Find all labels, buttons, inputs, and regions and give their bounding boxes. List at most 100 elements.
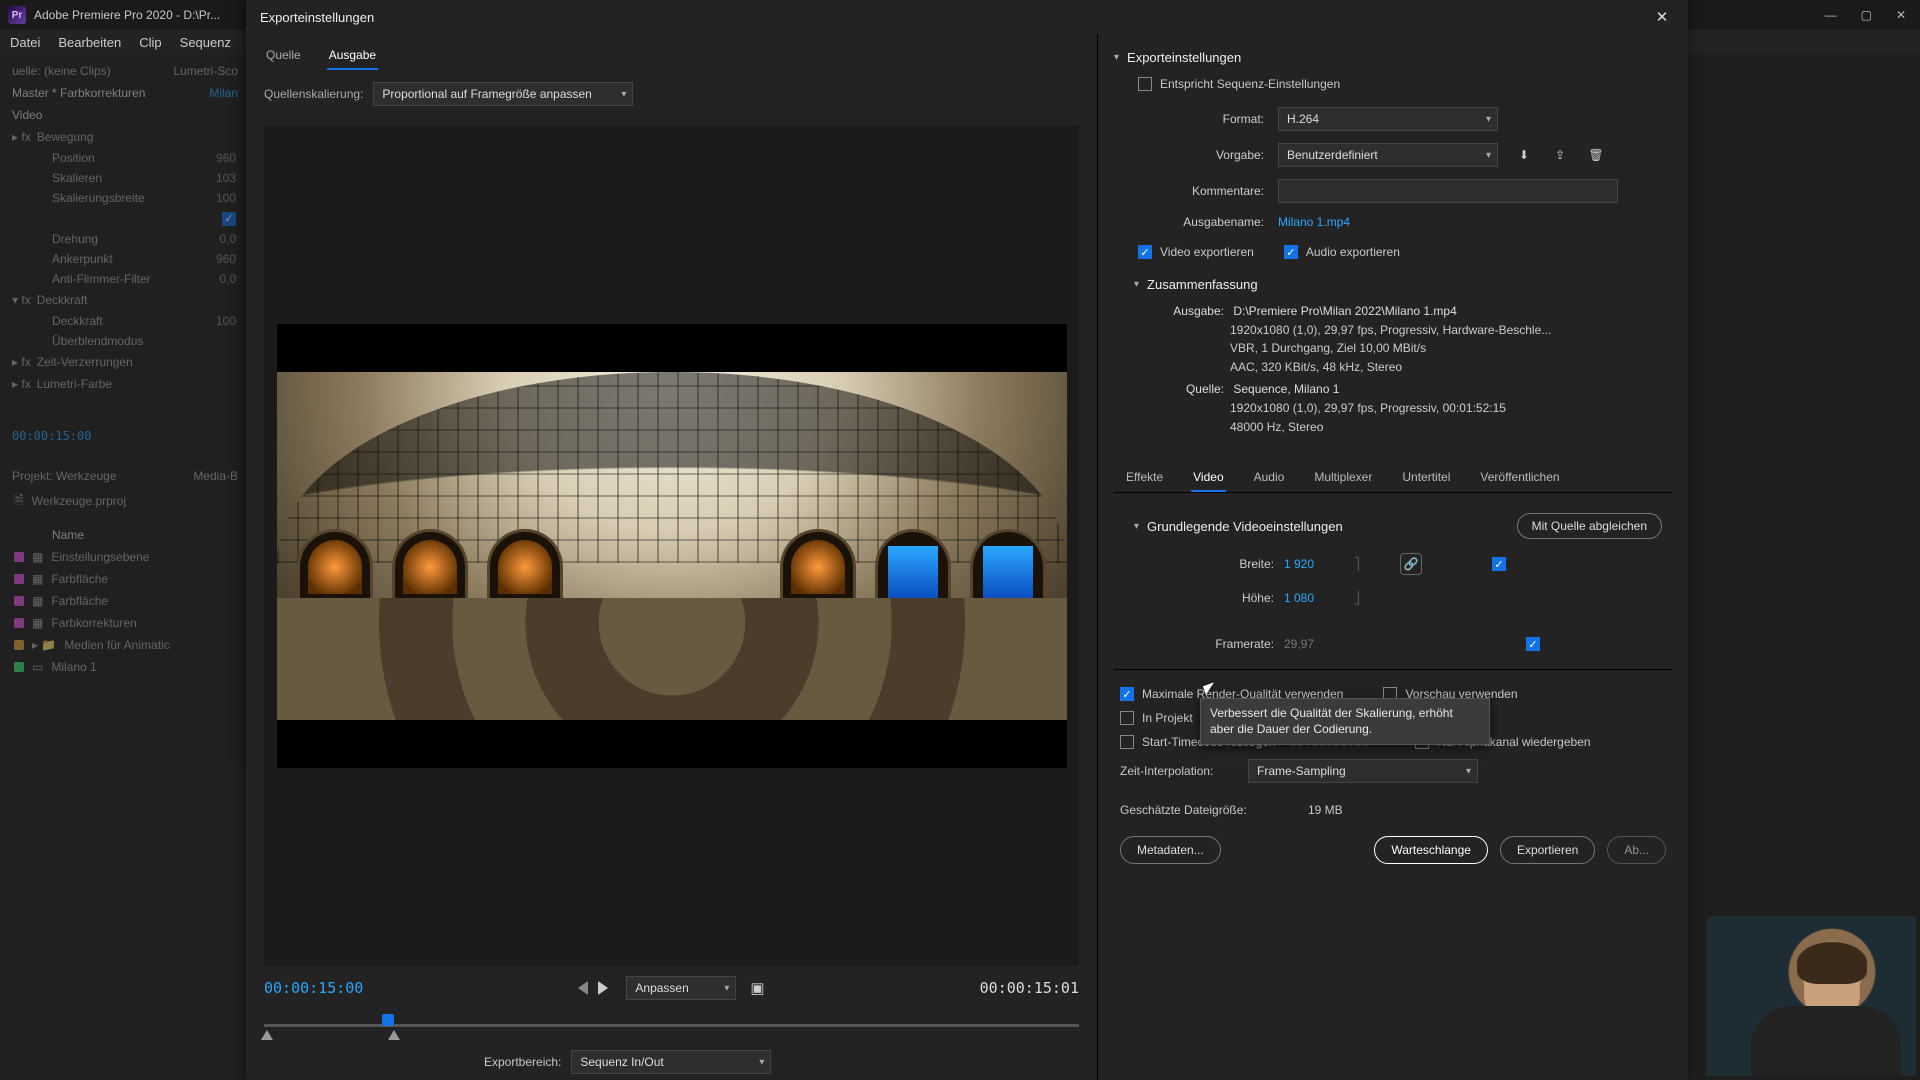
chevron-down-icon[interactable]: ▾ — [1134, 521, 1139, 532]
play-icon[interactable] — [598, 981, 608, 995]
prop-drehung[interactable]: Drehung — [52, 232, 98, 246]
prop-deckkraft[interactable]: Deckkraft — [52, 314, 103, 328]
master-clip-label: Master * Farbkorrekturen — [12, 86, 145, 100]
aspect-ratio-icon[interactable]: ▣ — [750, 979, 764, 997]
chevron-down-icon[interactable]: ▾ — [1114, 52, 1119, 63]
queue-button[interactable]: Warteschlange — [1374, 836, 1488, 864]
width-match-checkbox[interactable]: ✓ — [1492, 557, 1506, 571]
panel-tab-lumetri[interactable]: Lumetri-Sco — [173, 64, 238, 78]
playhead[interactable] — [382, 1014, 394, 1026]
framerate-match-checkbox[interactable]: ✓ — [1526, 637, 1540, 651]
match-sequence-label: Entspricht Sequenz-Einstellungen — [1160, 77, 1340, 91]
time-interpolation-select[interactable]: Frame-Sampling — [1248, 759, 1478, 783]
output-name-link[interactable]: Milano 1.mp4 — [1278, 215, 1350, 229]
export-settings-heading: Exporteinstellungen — [1127, 50, 1241, 65]
in-handle[interactable] — [261, 1030, 273, 1040]
width-label: Breite: — [1194, 557, 1274, 571]
project-item[interactable]: ▭Milano 1 — [6, 656, 244, 678]
sequence-link[interactable]: Milan — [209, 86, 238, 100]
summary-output-label: Ausgabe: — [1154, 302, 1224, 321]
menu-clip[interactable]: Clip — [139, 35, 161, 50]
app-logo: Pr — [8, 6, 26, 24]
prop-antiflimmer[interactable]: Anti-Flimmer-Filter — [52, 272, 151, 286]
in-timecode[interactable]: 00:00:15:00 — [264, 979, 363, 997]
close-icon[interactable]: ✕ — [1650, 5, 1674, 29]
uniform-scale-check[interactable]: ✓ — [222, 212, 236, 226]
summary-output-line: AAC, 320 KBit/s, 48 kHz, Stereo — [1154, 358, 1672, 377]
save-preset-icon[interactable]: ⬇ — [1514, 145, 1534, 165]
maximize-icon[interactable]: ▢ — [1861, 8, 1872, 22]
prop-ueberblend[interactable]: Überblendmodus — [52, 334, 143, 348]
project-file-icon: 🗎 — [14, 491, 24, 512]
cancel-button[interactable]: Ab... — [1607, 836, 1666, 864]
panel-tab-media[interactable]: Media-B — [193, 469, 238, 483]
menu-bearbeiten[interactable]: Bearbeiten — [58, 35, 121, 50]
project-item[interactable]: ▦Farbkorrekturen — [6, 612, 244, 634]
export-button[interactable]: Exportieren — [1500, 836, 1595, 864]
project-item[interactable]: ▦Einstellungsebene — [6, 546, 244, 568]
prop-ankerpunkt[interactable]: Ankerpunkt — [52, 252, 113, 266]
panel-tab-project[interactable]: Projekt: Werkzeuge — [12, 469, 117, 483]
tab-video[interactable]: Video — [1191, 464, 1225, 492]
import-project-label: In Projekt — [1142, 711, 1193, 725]
metadata-button[interactable]: Metadaten... — [1120, 836, 1221, 864]
fx-zeitverzerrung[interactable]: Zeit-Verzerrungen — [37, 355, 133, 369]
summary-source-label: Quelle: — [1154, 380, 1224, 399]
step-back-icon[interactable] — [578, 981, 588, 995]
link-dimensions-icon[interactable]: 🔗 — [1400, 553, 1422, 575]
estimated-size-value: 19 MB — [1308, 803, 1343, 817]
preset-label: Vorgabe: — [1138, 148, 1268, 162]
preset-select[interactable]: Benutzerdefiniert — [1278, 143, 1498, 167]
fx-bewegung[interactable]: Bewegung — [37, 130, 94, 144]
max-render-quality-checkbox[interactable]: ✓ — [1120, 687, 1134, 701]
tab-ausgabe[interactable]: Ausgabe — [327, 42, 378, 70]
fit-select[interactable]: Anpassen — [626, 976, 736, 1000]
presenter-webcam — [1706, 916, 1916, 1076]
match-sequence-checkbox[interactable] — [1138, 77, 1152, 91]
basic-video-heading: Grundlegende Videoeinstellungen — [1147, 519, 1343, 534]
close-window-icon[interactable]: ✕ — [1896, 8, 1906, 22]
fx-lumetri[interactable]: Lumetri-Farbe — [37, 377, 112, 391]
match-source-button[interactable]: Mit Quelle abgleichen — [1517, 513, 1662, 539]
prop-skalierungsbreite[interactable]: Skalierungsbreite — [52, 191, 145, 205]
summary-source-line: Sequence, Milano 1 — [1233, 382, 1339, 396]
preview-timeline[interactable] — [264, 1014, 1079, 1040]
project-item[interactable]: ▦Farbfläche — [6, 568, 244, 590]
tab-veroeffentlichen[interactable]: Veröffentlichen — [1478, 464, 1561, 492]
project-file-name: Werkzeuge.prproj — [32, 494, 127, 508]
prop-skalieren[interactable]: Skalieren — [52, 171, 102, 185]
out-timecode[interactable]: 00:00:15:01 — [980, 979, 1079, 997]
fx-deckkraft[interactable]: Deckkraft — [37, 293, 88, 307]
summary-source-line: 48000 Hz, Stereo — [1154, 418, 1672, 437]
minimize-icon[interactable]: — — [1825, 8, 1837, 22]
output-name-label: Ausgabename: — [1138, 215, 1268, 229]
tab-quelle[interactable]: Quelle — [264, 42, 303, 70]
height-value[interactable]: 1 080 — [1284, 591, 1344, 605]
tab-audio[interactable]: Audio — [1252, 464, 1287, 492]
tab-untertitel[interactable]: Untertitel — [1400, 464, 1452, 492]
column-name[interactable]: Name — [52, 528, 84, 542]
width-value[interactable]: 1 920 — [1284, 557, 1344, 571]
export-range-select[interactable]: Sequenz In/Out — [571, 1050, 771, 1074]
menu-sequenz[interactable]: Sequenz — [180, 35, 231, 50]
project-item[interactable]: ▦Farbfläche — [6, 590, 244, 612]
menu-datei[interactable]: Datei — [10, 35, 40, 50]
out-handle[interactable] — [388, 1030, 400, 1040]
export-audio-checkbox[interactable]: ✓ — [1284, 245, 1298, 259]
delete-preset-icon[interactable]: 🗑 — [1586, 145, 1606, 165]
panel-tab-source[interactable]: uelle: (keine Clips) — [12, 64, 111, 78]
format-select[interactable]: H.264 — [1278, 107, 1498, 131]
source-scaling-select[interactable]: Proportional auf Framegröße anpassen — [373, 82, 633, 106]
project-item[interactable]: ▸ 📁Medien für Animatic — [6, 634, 244, 656]
prop-position[interactable]: Position — [52, 151, 95, 165]
export-video-checkbox[interactable]: ✓ — [1138, 245, 1152, 259]
tab-multiplexer[interactable]: Multiplexer — [1312, 464, 1374, 492]
chevron-down-icon[interactable]: ▾ — [1134, 279, 1139, 290]
framerate-value[interactable]: 29,97 — [1284, 637, 1344, 651]
start-timecode-checkbox[interactable] — [1120, 735, 1134, 749]
comments-input[interactable] — [1278, 179, 1618, 203]
source-scaling-label: Quellenskalierung: — [264, 87, 363, 101]
import-project-checkbox[interactable] — [1120, 711, 1134, 725]
import-preset-icon[interactable]: ⇪ — [1550, 145, 1570, 165]
tab-effekte[interactable]: Effekte — [1124, 464, 1165, 492]
